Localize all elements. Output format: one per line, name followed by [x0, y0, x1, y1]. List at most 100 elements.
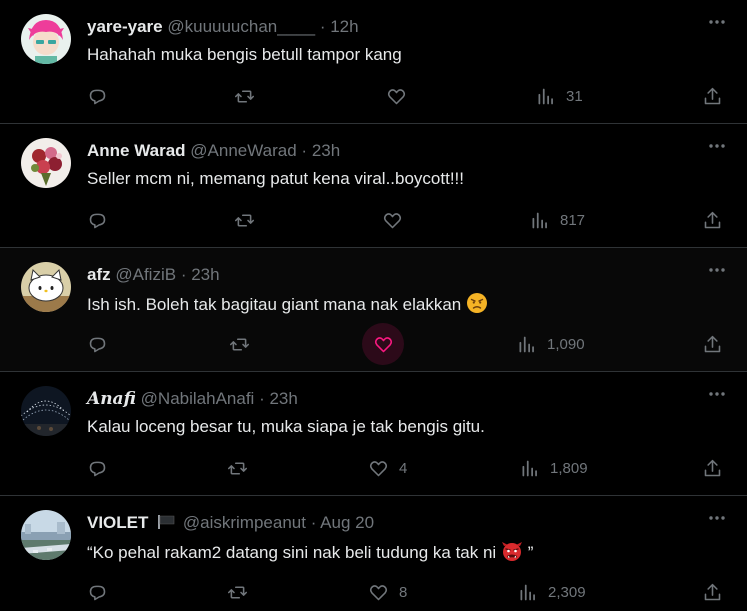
- share-button[interactable]: [702, 454, 723, 482]
- share-button[interactable]: [702, 82, 723, 110]
- like-button[interactable]: [386, 82, 407, 110]
- heart-icon: [369, 460, 388, 476]
- flower-bouquet-avatar[interactable]: [21, 138, 71, 188]
- tweet-text: Seller mcm ni, memang patut kena viral..…: [87, 169, 464, 188]
- user-handle[interactable]: @NabilahAnafi: [141, 389, 255, 408]
- black-flag-icon: [158, 515, 175, 529]
- hello-kitty-avatar[interactable]: [21, 262, 71, 312]
- tweet-text: Ish ish. Boleh tak bagitau giant mana na…: [87, 292, 488, 316]
- goblin-mask-emoji: [501, 542, 522, 561]
- share-button[interactable]: [702, 206, 723, 234]
- reply-button[interactable]: [87, 454, 108, 482]
- heart-icon: [383, 212, 402, 228]
- timestamp[interactable]: 23h: [312, 141, 340, 160]
- reply-button[interactable]: [87, 82, 108, 110]
- views-icon: [532, 212, 547, 228]
- tweet-header: afz @AfiziB · 23h: [87, 264, 220, 286]
- reply-button[interactable]: [87, 206, 108, 234]
- retweet-button[interactable]: [227, 454, 248, 482]
- tweet[interactable]: Anafi @NabilahAnafi · 23h Kalau loceng b…: [0, 372, 747, 496]
- tweet[interactable]: VIOLET @aiskrimpeanut · Aug 20 “Ko pehal…: [0, 496, 747, 611]
- night-lights-avatar[interactable]: [21, 386, 71, 436]
- likes-count: 4: [399, 459, 408, 477]
- separator-dot: ·: [310, 513, 317, 532]
- reply-button[interactable]: [87, 578, 108, 606]
- more-options-icon[interactable]: [707, 136, 727, 156]
- more-options-icon[interactable]: [707, 508, 727, 528]
- share-button[interactable]: [702, 330, 723, 358]
- retweet-icon: [234, 89, 255, 103]
- timestamp[interactable]: Aug 20: [320, 513, 374, 532]
- tweet-actions: 817: [0, 206, 747, 234]
- timestamp[interactable]: 23h: [191, 265, 219, 284]
- tweet[interactable]: afz @AfiziB · 23h Ish ish. Boleh tak bag…: [0, 248, 747, 372]
- tweet-text-content: “Ko pehal rakam2 datang sini nak beli tu…: [87, 543, 497, 562]
- reply-button[interactable]: [87, 330, 108, 358]
- tweet-feed: yare-yare @kuuuuuchan____ · 12h Hahahah …: [0, 0, 747, 611]
- share-icon: [704, 583, 721, 600]
- separator-dot: ·: [301, 141, 308, 160]
- display-name[interactable]: afz: [87, 265, 111, 284]
- views-count: 1,809: [550, 459, 588, 477]
- tweet-text: “Ko pehal rakam2 datang sini nak beli tu…: [87, 540, 533, 564]
- retweet-icon: [227, 585, 248, 599]
- reply-icon: [89, 213, 106, 228]
- user-handle[interactable]: @kuuuuuchan____: [167, 17, 315, 36]
- share-icon: [704, 459, 721, 476]
- timestamp[interactable]: 12h: [330, 17, 358, 36]
- reply-icon: [89, 585, 106, 600]
- views-count: 1,090: [547, 335, 585, 353]
- user-handle[interactable]: @AfiziB: [115, 265, 176, 284]
- display-name[interactable]: VIOLET: [87, 513, 148, 532]
- tweet-text-closing-quote: ”: [527, 543, 534, 562]
- more-options-icon[interactable]: [707, 12, 727, 32]
- views-button[interactable]: 1,809: [519, 454, 588, 482]
- views-button[interactable]: 817: [529, 206, 585, 234]
- retweet-button[interactable]: [227, 578, 248, 606]
- display-name[interactable]: Anafi: [87, 389, 136, 409]
- tweet-actions: 8 2,309: [0, 578, 747, 606]
- like-button[interactable]: [382, 206, 403, 234]
- retweet-button[interactable]: [234, 206, 255, 234]
- tweet-header: Anne Warad @AnneWarad · 23h: [87, 140, 340, 162]
- tweet-text: Hahahah muka bengis betull tampor kang: [87, 45, 402, 64]
- tweet-header: yare-yare @kuuuuuchan____ · 12h: [87, 16, 359, 38]
- pink-hair-anime-avatar[interactable]: [21, 14, 71, 64]
- city-landscape-avatar[interactable]: [21, 510, 71, 560]
- views-count: 31: [566, 87, 583, 105]
- retweet-button[interactable]: [234, 82, 255, 110]
- timestamp[interactable]: 23h: [269, 389, 297, 408]
- views-icon: [519, 336, 534, 352]
- reply-icon: [89, 337, 106, 352]
- heart-icon: [387, 88, 406, 104]
- likes-count: 8: [399, 583, 408, 601]
- tweet[interactable]: yare-yare @kuuuuuchan____ · 12h Hahahah …: [0, 0, 747, 124]
- more-options-icon[interactable]: [707, 384, 727, 404]
- retweet-icon: [227, 461, 248, 475]
- tweet-actions: 4 1,809: [0, 454, 747, 482]
- tweet[interactable]: Anne Warad @AnneWarad · 23h Seller mcm n…: [0, 124, 747, 248]
- tweet-header: VIOLET @aiskrimpeanut · Aug 20: [87, 512, 374, 534]
- like-button[interactable]: 4: [368, 454, 407, 482]
- like-button[interactable]: 8: [368, 578, 407, 606]
- views-button[interactable]: 1,090: [516, 330, 585, 358]
- retweet-icon: [234, 213, 255, 227]
- views-button[interactable]: 31: [535, 82, 583, 110]
- more-options-icon[interactable]: [707, 260, 727, 280]
- share-icon: [704, 211, 721, 228]
- heart-icon: [369, 584, 388, 600]
- user-handle[interactable]: @AnneWarad: [190, 141, 296, 160]
- tweet-actions: 31: [0, 82, 747, 110]
- tweet-text: Kalau loceng besar tu, muka siapa je tak…: [87, 417, 485, 436]
- share-button[interactable]: [702, 578, 723, 606]
- display-name[interactable]: yare-yare: [87, 17, 163, 36]
- share-icon: [704, 87, 721, 104]
- separator-dot: ·: [180, 265, 187, 284]
- heart-icon: [374, 336, 393, 352]
- retweet-button[interactable]: [229, 330, 250, 358]
- views-button[interactable]: 2,309: [517, 578, 586, 606]
- like-button[interactable]: [362, 323, 404, 365]
- user-handle[interactable]: @aiskrimpeanut: [183, 513, 306, 532]
- tweet-actions: 1,090: [0, 323, 747, 365]
- display-name[interactable]: Anne Warad: [87, 141, 186, 160]
